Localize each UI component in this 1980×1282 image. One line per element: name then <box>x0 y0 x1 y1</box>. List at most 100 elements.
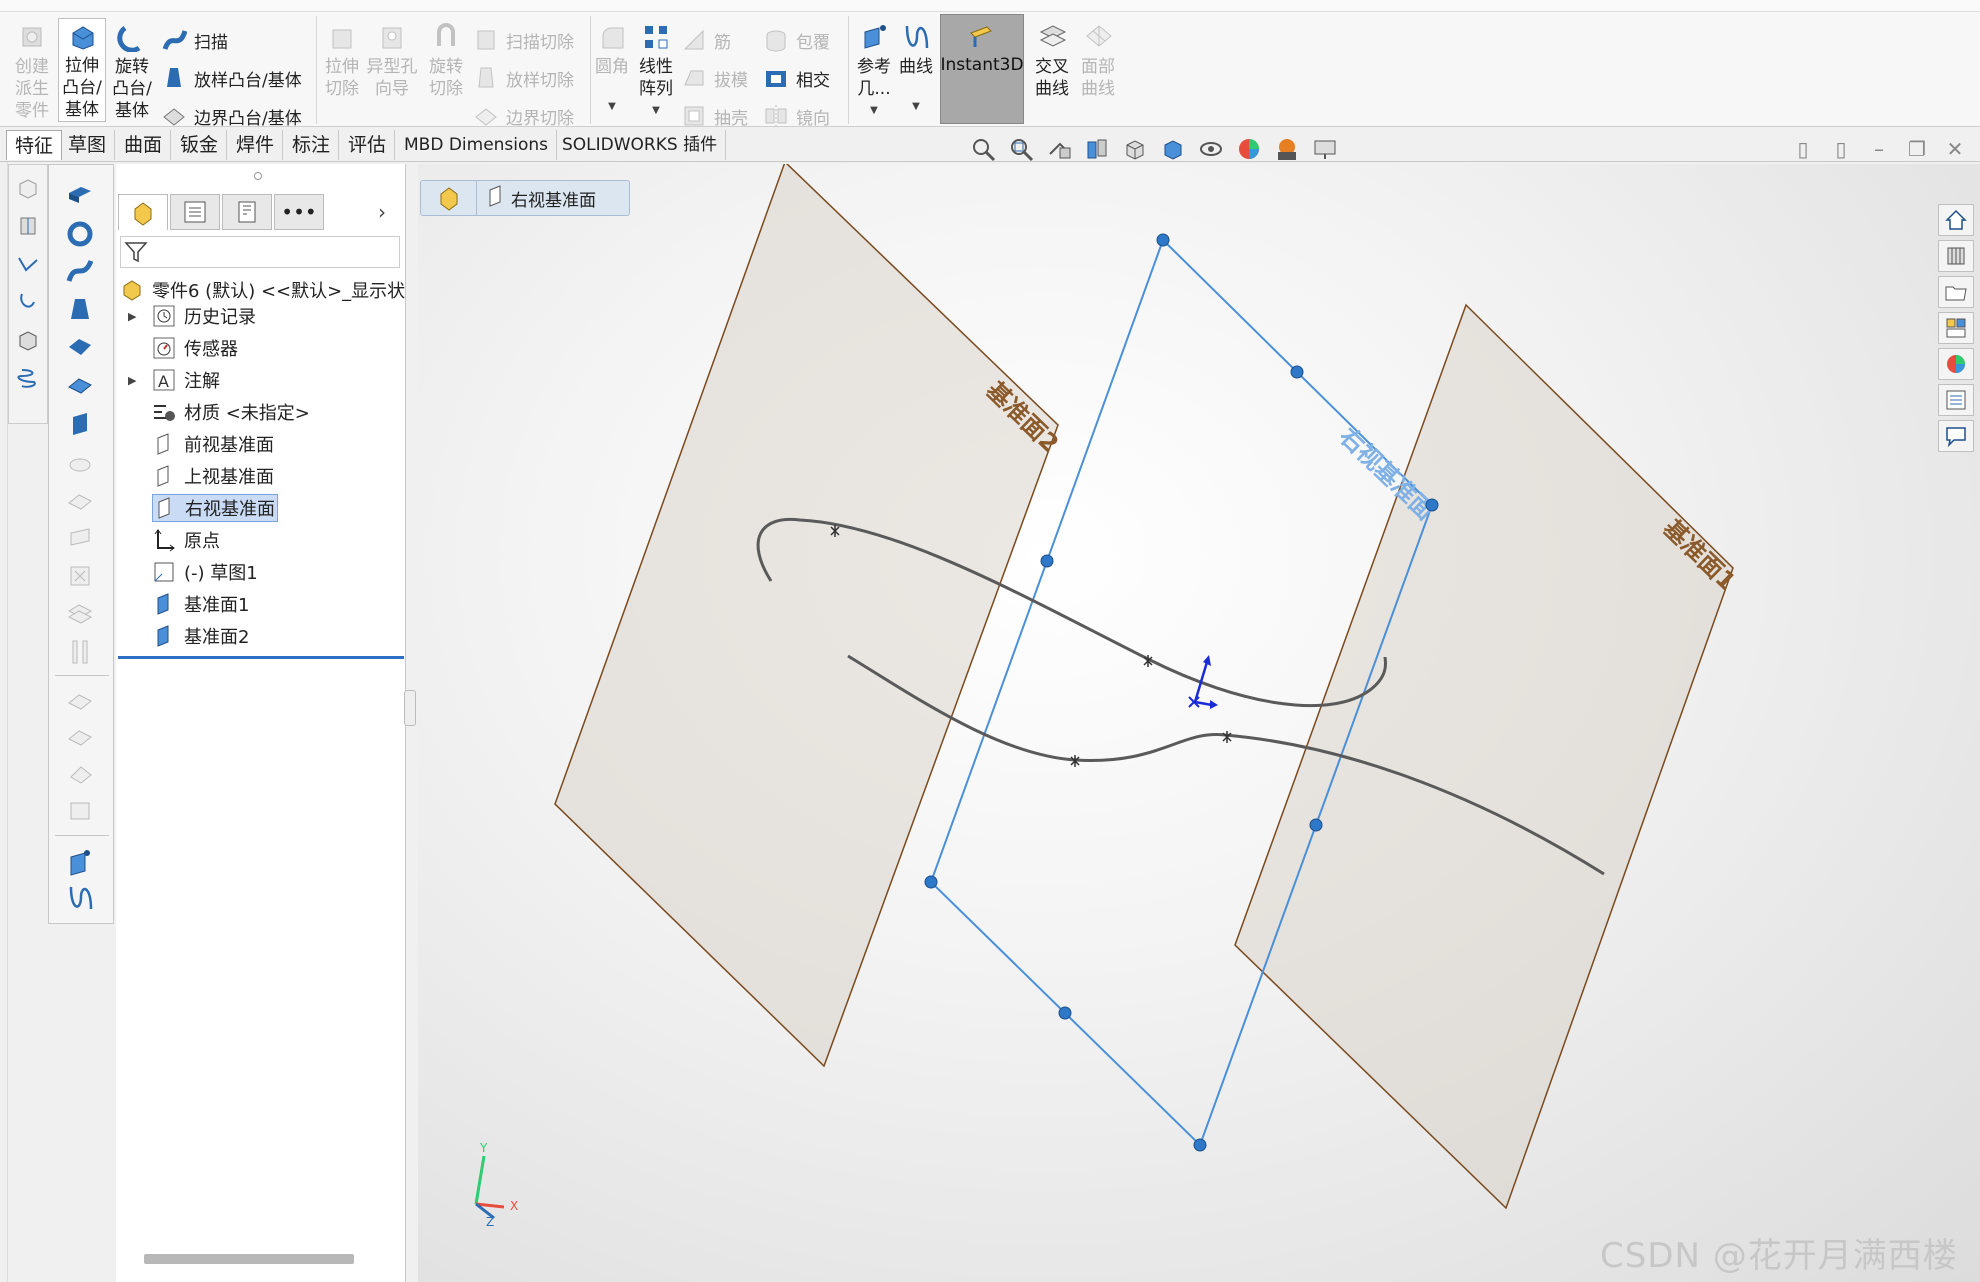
graphics-area[interactable]: 基准面2 基准面1 右视基准面 Y X Z <box>418 164 1980 1282</box>
draft-side-icon[interactable] <box>63 757 97 791</box>
breadcrumb[interactable]: 右视基准面 <box>420 180 630 216</box>
hide-show-items-icon[interactable] <box>1196 135 1226 163</box>
tree-item-annotations[interactable]: A 注解 <box>152 366 220 394</box>
lofted-boss-side-icon[interactable] <box>63 293 97 327</box>
expand-panel-chevron-icon[interactable]: › <box>378 200 386 224</box>
linear-pattern-dropdown-icon[interactable]: ▼ <box>652 100 660 122</box>
reference-geometry-dropdown-icon[interactable]: ▼ <box>870 100 878 122</box>
apply-scene-icon[interactable] <box>1272 135 1302 163</box>
swept-cut-side-icon[interactable] <box>63 521 97 555</box>
plane1-face[interactable] <box>1234 303 1734 1210</box>
reference-plane-side-icon[interactable] <box>63 845 97 879</box>
more-tabs-icon[interactable]: ••• <box>274 194 324 230</box>
revolve-boss-button[interactable]: 旋转 凸台/ 基体 <box>108 20 156 122</box>
tile-right-icon[interactable]: ▯ <box>1828 136 1854 162</box>
breadcrumb-label[interactable]: 右视基准面 <box>511 186 596 211</box>
revolve-cut-button[interactable]: 旋转 切除 <box>424 20 468 100</box>
close-icon[interactable]: ✕ <box>1942 136 1968 162</box>
tree-item-sketch1[interactable]: (-) 草图1 <box>152 558 258 586</box>
zoom-to-fit-icon[interactable] <box>968 135 998 163</box>
extrude-cut-button[interactable]: 拉伸 切除 <box>320 20 364 100</box>
extruded-surface-icon[interactable] <box>14 173 42 203</box>
instant3d-button[interactable]: Instant3D <box>940 14 1024 124</box>
file-explorer-icon[interactable] <box>1938 276 1974 308</box>
solidworks-resources-icon[interactable] <box>1938 204 1974 236</box>
boundary-surface-icon[interactable] <box>14 325 42 355</box>
intersect-button[interactable]: 相交 <box>762 62 830 94</box>
sweep-button[interactable]: 扫描 <box>160 24 228 56</box>
tree-root-part[interactable]: 零件6 (默认) <<默认>_显示状 <box>120 276 405 304</box>
boundary-boss-side-icon[interactable] <box>63 331 97 365</box>
panel-collapse-handle[interactable] <box>404 690 416 726</box>
expand-history-chevron-icon[interactable]: ▶ <box>128 310 136 323</box>
filter-funnel-icon[interactable] <box>123 239 149 269</box>
fillet-side-icon[interactable] <box>63 685 97 719</box>
tab-evaluate[interactable]: 评估 <box>340 130 396 160</box>
view-orientation-icon[interactable] <box>1120 135 1150 163</box>
extruded-cut-side-icon[interactable] <box>63 445 97 479</box>
swept-boss-side-icon[interactable] <box>63 255 97 289</box>
helix-icon[interactable] <box>14 363 42 393</box>
model-viewport[interactable]: 基准面2 基准面1 右视基准面 Y X Z <box>418 164 1980 1282</box>
reference-geometry-button[interactable]: 参考 几... ▼ <box>852 20 896 122</box>
section-view-icon[interactable] <box>1082 135 1112 163</box>
restore-icon[interactable]: ❐ <box>1904 136 1930 162</box>
tree-item-right-plane[interactable]: 右视基准面 <box>152 494 278 522</box>
property-manager-tab-icon[interactable] <box>170 194 220 230</box>
curves-dropdown-icon[interactable]: ▼ <box>912 96 920 118</box>
tab-surfaces[interactable]: 曲面 <box>116 130 172 160</box>
create-derived-part-button[interactable]: 创建 派生 零件 <box>10 20 54 122</box>
revolved-boss-side-icon[interactable] <box>63 217 97 251</box>
loft-cut-button[interactable]: 放样切除 <box>472 62 574 94</box>
tree-item-top-plane[interactable]: 上视基准面 <box>152 462 274 490</box>
linear-pattern-button[interactable]: 线性 阵列 ▼ <box>634 20 678 122</box>
thicken-side-icon[interactable] <box>63 369 97 403</box>
chamfer-side-icon[interactable] <box>63 721 97 755</box>
appearances-icon[interactable] <box>1938 348 1974 380</box>
plane2-face[interactable] <box>554 164 1059 1068</box>
tab-weldments[interactable]: 焊件 <box>228 130 284 160</box>
edit-appearance-icon[interactable] <box>1234 135 1264 163</box>
face-curves-button[interactable]: 面部 曲线 <box>1076 20 1120 100</box>
extrude-side-icon[interactable] <box>63 407 97 441</box>
view-palette-icon[interactable] <box>1938 312 1974 344</box>
sweep-cut-button[interactable]: 扫描切除 <box>472 24 574 56</box>
hole-wizard-button[interactable]: 异型孔 向导 <box>364 20 420 100</box>
lofted-cut-side-icon[interactable] <box>63 559 97 593</box>
expand-annotations-chevron-icon[interactable]: ▶ <box>128 374 136 387</box>
rollback-bar[interactable] <box>118 656 404 659</box>
lofted-surface-icon[interactable] <box>14 287 42 317</box>
feature-manager-tab-icon[interactable] <box>118 194 168 230</box>
tab-solidworks-addins[interactable]: SOLIDWORKS 插件 <box>554 130 727 160</box>
tree-item-front-plane[interactable]: 前视基准面 <box>152 430 274 458</box>
tree-item-origin[interactable]: 原点 <box>152 526 220 554</box>
tab-markup[interactable]: 标注 <box>284 130 340 160</box>
boundary-cut-side-icon[interactable] <box>63 597 97 631</box>
extruded-boss-side-icon[interactable] <box>63 179 97 213</box>
tab-features[interactable]: 特征 <box>6 130 63 160</box>
tree-horizontal-scrollbar[interactable] <box>144 1254 354 1264</box>
revolved-cut-side-icon[interactable] <box>63 483 97 517</box>
configuration-manager-tab-icon[interactable] <box>222 194 272 230</box>
tree-item-plane1[interactable]: 基准面1 <box>152 590 249 618</box>
tree-item-sensors[interactable]: 传感器 <box>152 334 238 362</box>
minimize-icon[interactable]: – <box>1866 136 1892 162</box>
tree-item-history[interactable]: 历史记录 <box>152 302 256 330</box>
extrude-boss-button[interactable]: 拉伸 凸台/ 基体 <box>58 18 106 122</box>
display-style-icon[interactable] <box>1158 135 1188 163</box>
curves-button[interactable]: 曲线 ▼ <box>896 20 936 118</box>
draft-button[interactable]: 拔模 <box>680 62 748 94</box>
fillet-dropdown-icon[interactable]: ▼ <box>608 96 616 118</box>
loft-boss-button[interactable]: 放样凸台/基体 <box>160 62 302 94</box>
zoom-to-area-icon[interactable] <box>1006 135 1036 163</box>
tab-sheet-metal[interactable]: 钣金 <box>172 130 228 160</box>
swept-surface-icon[interactable] <box>14 249 42 279</box>
shell-side-icon[interactable] <box>63 635 97 669</box>
tab-mbd-dimensions[interactable]: MBD Dimensions <box>396 130 558 160</box>
tile-left-icon[interactable]: ▯ <box>1790 136 1816 162</box>
tree-filter-field[interactable] <box>120 236 400 268</box>
intersection-curve-button[interactable]: 交叉 曲线 <box>1030 20 1074 100</box>
custom-properties-icon[interactable] <box>1938 384 1974 416</box>
tab-sketch[interactable]: 草图 <box>60 130 116 160</box>
design-library-icon[interactable] <box>1938 240 1974 272</box>
